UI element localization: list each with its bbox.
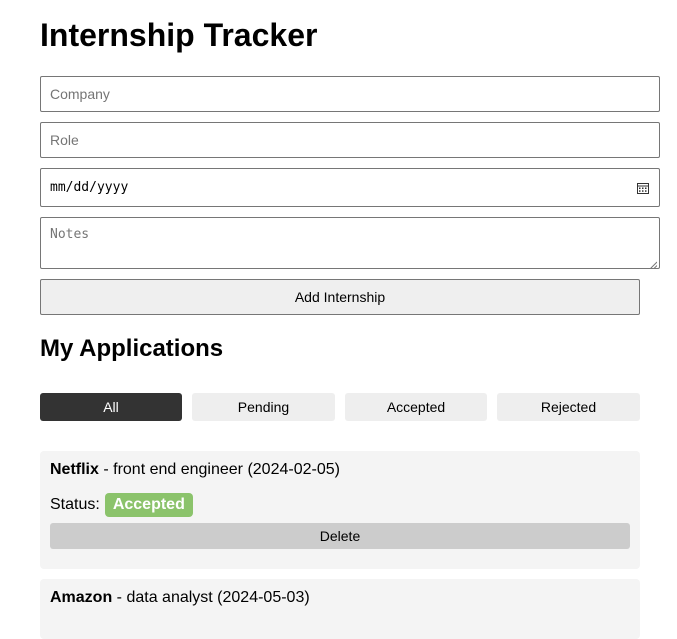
application-title: Netflix - front end engineer (2024-02-05… bbox=[50, 460, 340, 480]
role-field[interactable] bbox=[40, 122, 660, 158]
application-card: Netflix - front end engineer (2024-02-05… bbox=[40, 451, 640, 569]
filter-pending-button[interactable]: Pending bbox=[192, 393, 335, 421]
calendar-icon[interactable] bbox=[637, 182, 649, 194]
company-input[interactable] bbox=[50, 77, 650, 111]
notes-field[interactable] bbox=[40, 217, 660, 270]
application-detail: - front end engineer (2024-02-05) bbox=[98, 461, 340, 478]
notes-input[interactable] bbox=[50, 227, 650, 268]
filter-all-button[interactable]: All bbox=[40, 393, 182, 421]
filter-rejected-button[interactable]: Rejected bbox=[497, 393, 640, 421]
application-company: Netflix bbox=[50, 461, 99, 478]
status-label: Status: bbox=[50, 496, 100, 513]
page-title: Internship Tracker bbox=[40, 17, 318, 53]
add-internship-button[interactable]: Add Internship bbox=[40, 279, 640, 315]
company-field[interactable] bbox=[40, 76, 660, 112]
filter-bar: All Pending Accepted Rejected bbox=[40, 393, 640, 421]
filter-accepted-button[interactable]: Accepted bbox=[345, 393, 487, 421]
delete-button[interactable]: Delete bbox=[50, 523, 630, 549]
application-company: Amazon bbox=[50, 589, 113, 606]
applications-heading: My Applications bbox=[40, 335, 224, 362]
status-row: Status: Accepted bbox=[50, 493, 193, 517]
application-title: Amazon - data analyst (2024-05-03) bbox=[50, 588, 310, 608]
status-badge: Accepted bbox=[104, 493, 193, 517]
resize-grip-icon[interactable] bbox=[649, 258, 658, 270]
role-input[interactable] bbox=[50, 123, 650, 157]
application-card: Amazon - data analyst (2024-05-03) bbox=[40, 579, 640, 639]
date-field[interactable]: mm/dd/yyyy bbox=[40, 168, 660, 207]
date-input[interactable]: mm/dd/yyyy bbox=[50, 180, 128, 195]
application-detail: - data analyst (2024-05-03) bbox=[112, 589, 310, 606]
